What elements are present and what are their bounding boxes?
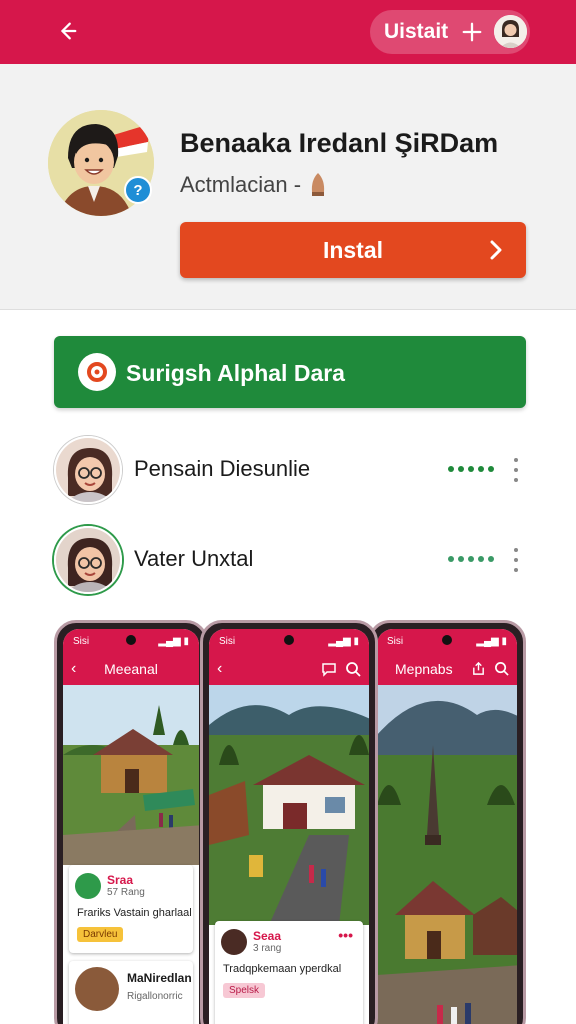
phone-mockup-2: Sisi ▂▄▆ ▮ ‹ Seaa 3 rang ••• Tradqpkemaa… xyxy=(200,620,378,1024)
location-pin-icon xyxy=(78,353,116,391)
phone-app-bar: ‹ Meeanal xyxy=(63,653,199,685)
card-tag[interactable]: Spelsk xyxy=(223,983,266,998)
contact-name: Pensain Diesunlie xyxy=(134,456,311,481)
post-card[interactable]: Seaa 3 rang ••• Tradqpkemaan yperdkal Sp… xyxy=(215,921,363,1024)
user-pill-label: Uistait xyxy=(384,20,449,43)
phone-mockup-3: Sisi ▂▄▆ ▮ Mepnabs xyxy=(368,620,526,1024)
phone-screen: Sisi ▂▄▆ ▮ Mepnabs xyxy=(377,629,517,1024)
post-card[interactable]: Sraa 57 Rang Frariks Vastain gharlaal Da… xyxy=(69,865,193,953)
user-avatar[interactable] xyxy=(494,15,527,48)
phone-screen: Sisi ▂▄▆ ▮ ‹ Seaa 3 rang ••• Tradqpkemaa… xyxy=(209,629,369,1024)
avatar xyxy=(221,929,247,955)
more-vertical-icon[interactable] xyxy=(508,456,524,484)
top-app-bar: Uistait xyxy=(0,0,576,64)
share-icon[interactable] xyxy=(471,661,486,676)
chevron-right-icon xyxy=(490,240,502,260)
more-horizontal-icon[interactable]: ••• xyxy=(338,927,353,943)
scene-image xyxy=(377,685,517,1024)
arrow-left-icon xyxy=(61,22,77,40)
search-icon[interactable] xyxy=(494,661,509,676)
card-tag[interactable]: Darvleu xyxy=(77,927,124,942)
camera-notch xyxy=(442,635,452,645)
card-text: Frariks Vastain gharlaal xyxy=(77,907,192,919)
search-icon[interactable] xyxy=(345,661,361,677)
phone-app-bar: ‹ xyxy=(209,653,369,685)
camera-notch xyxy=(284,635,294,645)
app-title: Benaaka Iredanl ŞiRDam xyxy=(180,128,499,158)
banner-label: Surigsh Alphal Dara xyxy=(126,360,345,386)
status-time: Sisi xyxy=(387,635,404,647)
more-vertical-icon[interactable] xyxy=(508,546,524,574)
install-label: Instal xyxy=(322,236,384,263)
card-name: Sraa xyxy=(107,873,134,887)
phone-screen: Sisi ▂▄▆ ▮ ‹ Meeanal Sraa 57 Rang Frarik… xyxy=(63,629,199,1024)
app-header: ? Benaaka Iredanl ŞiRDam Actmlacian - In… xyxy=(0,64,576,310)
status-time: Sisi xyxy=(219,635,236,647)
plus-icon[interactable] xyxy=(460,18,484,46)
phone-mockup-1: Sisi ▂▄▆ ▮ ‹ Meeanal Sraa 57 Rang Frarik… xyxy=(54,620,208,1024)
contact-name: Vater Unxtal xyxy=(134,546,254,571)
avatar xyxy=(75,873,101,899)
bullet-icon xyxy=(311,173,325,196)
avatar xyxy=(75,967,119,1011)
back-button[interactable] xyxy=(52,16,82,46)
install-button[interactable]: Instal xyxy=(180,222,526,278)
post-card[interactable]: MaNiredlan Rigallonorric xyxy=(69,961,193,1024)
phone-app-bar: Mepnabs xyxy=(377,653,517,685)
list-item[interactable]: Vater Unxtal xyxy=(0,526,576,606)
user-pill[interactable]: Uistait xyxy=(370,10,530,54)
signal-icon: ▂▄▆ ▮ xyxy=(328,635,359,647)
card-meta: Rigallonorric xyxy=(127,991,183,1002)
card-name: MaNiredlan xyxy=(127,971,192,985)
app-subtitle-text: Actmlacian - xyxy=(180,172,302,197)
card-meta: 3 rang xyxy=(253,943,282,954)
avatar xyxy=(54,526,122,594)
help-badge[interactable]: ? xyxy=(124,176,152,204)
chat-icon[interactable] xyxy=(321,661,337,677)
app-subtitle: Actmlacian - xyxy=(180,172,327,198)
signal-icon: ▂▄▆ ▮ xyxy=(476,635,507,647)
chevron-left-icon[interactable]: ‹ xyxy=(217,660,222,678)
status-dots xyxy=(448,466,494,472)
scene-image xyxy=(63,685,199,865)
card-name: Seaa xyxy=(253,929,282,943)
status-dots xyxy=(448,556,494,562)
signal-icon: ▂▄▆ ▮ xyxy=(158,635,189,647)
scene-image xyxy=(209,685,369,925)
status-time: Sisi xyxy=(73,635,90,647)
phone-title: Meeanal xyxy=(104,661,158,677)
feature-banner[interactable]: Surigsh Alphal Dara xyxy=(54,336,526,408)
list-item[interactable]: Pensain Diesunlie xyxy=(0,436,576,516)
avatar xyxy=(54,436,122,504)
card-text: Tradqpkemaan yperdkal xyxy=(223,963,342,975)
camera-notch xyxy=(126,635,136,645)
card-meta: 57 Rang xyxy=(107,887,145,898)
